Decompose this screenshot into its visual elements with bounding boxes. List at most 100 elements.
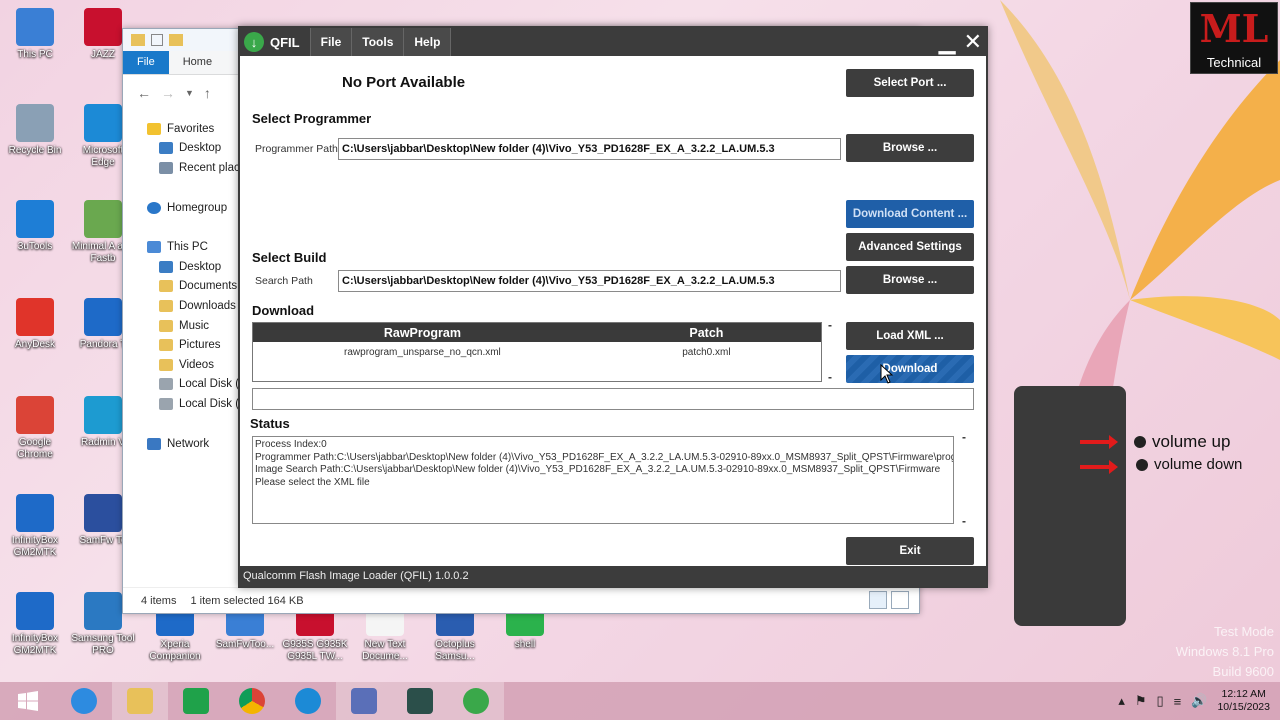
bullet-icon: [1134, 436, 1146, 448]
nav-local-disk-c[interactable]: Local Disk (C: [123, 375, 241, 395]
browse-build-button[interactable]: Browse ...: [846, 266, 974, 294]
battery-icon[interactable]: ▯: [1157, 693, 1164, 709]
chrome-icon: [239, 688, 265, 714]
menu-help[interactable]: Help: [403, 28, 452, 56]
desktop-icon[interactable]: InfinityBox GM2MTK: [2, 592, 68, 657]
desktop-icon[interactable]: This PC: [2, 8, 68, 61]
select-programmer-heading: Select Programmer: [252, 111, 372, 126]
minimize-icon[interactable]: ▁: [939, 28, 956, 56]
nav-local-disk-e[interactable]: Local Disk (E: [123, 394, 241, 414]
videos-icon: [159, 358, 173, 371]
table-row[interactable]: rawprogram_unsparse_no_qcn.xml patch0.xm…: [253, 342, 821, 362]
nav-music[interactable]: Music: [123, 316, 241, 336]
nav-this-pc[interactable]: This PC: [123, 237, 241, 257]
forward-icon[interactable]: →: [161, 85, 175, 101]
search-path-field[interactable]: C:\Users\jabbar\Desktop\New folder (4)\V…: [338, 270, 841, 292]
item-count: 4 items: [141, 594, 177, 607]
taskbar-flash-tool[interactable]: [392, 682, 448, 720]
download-table: RawProgram Patch rawprogram_unsparse_no_…: [252, 322, 822, 382]
desktop-icon[interactable]: AnyDesk: [2, 298, 68, 351]
status-collapse-top[interactable]: -: [962, 430, 966, 444]
nav-network[interactable]: Network: [123, 434, 241, 454]
nav-videos[interactable]: Videos: [123, 355, 241, 375]
nav-homegroup[interactable]: Homegroup: [123, 198, 241, 218]
desktop-icon[interactable]: InfinityBox GM2MTK: [2, 494, 68, 559]
details-view-icon[interactable]: [869, 591, 887, 609]
clock[interactable]: 12:12 AM 10/15/2023: [1217, 688, 1270, 714]
desktop-icon-label: Google Chrome: [17, 437, 53, 460]
volume-icon[interactable]: 🔊: [1191, 693, 1207, 709]
desktop-icon[interactable]: Recycle Bin: [2, 104, 68, 157]
desktop-icon[interactable]: Google Chrome: [2, 396, 68, 461]
download-button[interactable]: Download: [846, 355, 974, 383]
file-explorer-icon: [127, 688, 153, 714]
menu-file[interactable]: File: [309, 28, 352, 56]
taskbar-app[interactable]: [336, 682, 392, 720]
app-icon: [16, 104, 54, 142]
taskbar-ie[interactable]: [56, 682, 112, 720]
advanced-settings-button[interactable]: Advanced Settings: [846, 233, 974, 261]
new-folder-icon[interactable]: [169, 34, 183, 46]
nav-favorites[interactable]: Favorites: [123, 119, 241, 139]
arrow-icon: [1080, 460, 1118, 474]
properties-icon[interactable]: [151, 34, 163, 46]
nav-desktop[interactable]: Desktop: [123, 139, 241, 159]
taskbar-qfil[interactable]: [448, 682, 504, 720]
taskbar-explorer[interactable]: [112, 682, 168, 720]
desktop-icon[interactable]: SamFwToo...: [212, 608, 278, 651]
download-content-button[interactable]: Download Content ...: [846, 200, 974, 228]
table-collapse-bottom[interactable]: -: [828, 370, 832, 384]
nav-documents[interactable]: Documents: [123, 277, 241, 297]
edge-icon: [295, 688, 321, 714]
taskbar-store[interactable]: [168, 682, 224, 720]
desktop-icon[interactable]: 3uTools: [2, 200, 68, 253]
taskbar-chrome[interactable]: [224, 682, 280, 720]
up-icon[interactable]: ↑: [204, 85, 211, 101]
table-collapse-top[interactable]: -: [828, 318, 832, 332]
desktop-icon[interactable]: Octoplus Samsu...: [422, 608, 488, 663]
ribbon-tab-home[interactable]: Home: [169, 51, 226, 74]
store-icon: [183, 688, 209, 714]
nav-pc-desktop[interactable]: Desktop: [123, 257, 241, 277]
desktop-icon: [159, 260, 173, 273]
start-button[interactable]: [0, 682, 56, 720]
desktop-icon-label: InfinityBox GM2MTK: [11, 535, 59, 558]
close-icon[interactable]: ✕: [964, 28, 982, 56]
tray-chevron-icon[interactable]: ▴: [1118, 693, 1125, 709]
nav-downloads[interactable]: Downloads: [123, 296, 241, 316]
homegroup-icon: [147, 201, 161, 214]
select-port-button[interactable]: Select Port ...: [846, 69, 974, 97]
app-icon: [84, 8, 122, 46]
network-tray-icon[interactable]: ≡: [1174, 694, 1182, 709]
nav-pictures[interactable]: Pictures: [123, 335, 241, 355]
volume-down-label: volume down: [1136, 456, 1242, 473]
exit-button[interactable]: Exit: [846, 537, 974, 565]
desktop-icon: [159, 142, 173, 155]
chevron-down-icon[interactable]: ▼: [185, 88, 194, 98]
explorer-nav-pane: Favorites Desktop Recent place Homegroup…: [123, 119, 241, 453]
selection-info: 1 item selected 164 KB: [190, 594, 304, 607]
desktop-icon[interactable]: G935S G935K G935L TW...: [282, 608, 348, 663]
qfil-titlebar: ↓ QFIL File Tools Help ▁ ✕: [240, 28, 986, 56]
app-icon: [84, 592, 122, 630]
desktop-icon-label: Octoplus Samsu...: [435, 639, 475, 662]
qfil-title: QFIL: [270, 34, 300, 50]
select-build-heading: Select Build: [252, 250, 327, 265]
browse-programmer-button[interactable]: Browse ...: [846, 134, 974, 162]
desktop-icon[interactable]: shell: [492, 608, 558, 651]
taskbar-edge[interactable]: [280, 682, 336, 720]
flag-icon[interactable]: ⚑: [1135, 693, 1147, 709]
desktop-icon[interactable]: New Text Docume...: [352, 608, 418, 663]
programmer-path-field[interactable]: C:\Users\jabbar\Desktop\New folder (4)\V…: [338, 138, 841, 160]
brand-tag: Technical: [1206, 55, 1262, 70]
ribbon-tab-file[interactable]: File: [123, 51, 169, 74]
app-icon: [16, 8, 54, 46]
menu-tools[interactable]: Tools: [351, 28, 404, 56]
back-icon[interactable]: ←: [137, 85, 151, 101]
nav-recent-places[interactable]: Recent place: [123, 158, 241, 178]
desktop-icon[interactable]: Xperia Companion: [142, 608, 208, 663]
load-xml-button[interactable]: Load XML ...: [846, 322, 974, 350]
arrow-icon: [1080, 435, 1118, 449]
status-collapse-bottom[interactable]: -: [962, 514, 966, 528]
large-icons-view-icon[interactable]: [891, 591, 909, 609]
